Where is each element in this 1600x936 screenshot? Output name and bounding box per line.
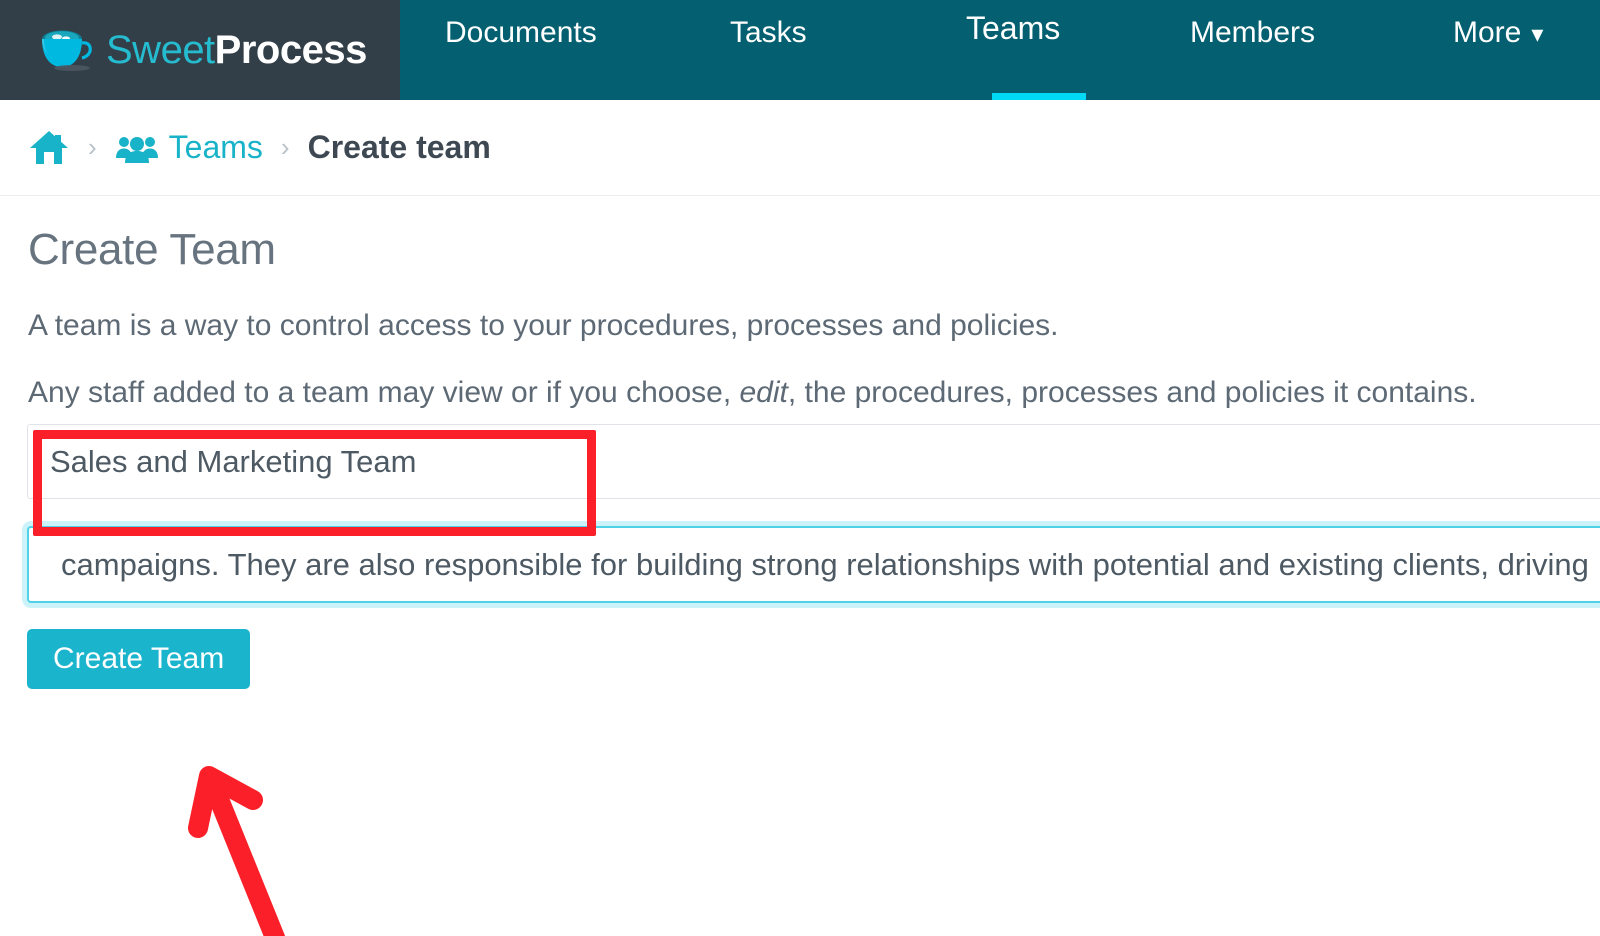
- intro-paragraph-2-emphasis: edit: [739, 375, 788, 409]
- home-icon[interactable]: [28, 129, 70, 167]
- team-name-input[interactable]: [27, 424, 1600, 499]
- nav-item-members[interactable]: Members: [1190, 16, 1315, 50]
- intro-paragraph-2-after: , the procedures, processes and policies…: [787, 375, 1477, 409]
- intro-paragraph-1: A team is a way to control access to you…: [28, 309, 1059, 343]
- breadcrumb-teams-label: Teams: [168, 129, 263, 165]
- active-tab-underline: [992, 93, 1086, 100]
- breadcrumb: › Teams › Create team: [0, 100, 1600, 196]
- brand-name-sweet: Sweet: [106, 28, 215, 72]
- intro-paragraph-2: Any staff added to a team may view or if…: [28, 373, 1600, 414]
- breadcrumb-current-page: Create team: [307, 129, 491, 165]
- brand-name-process: Process: [214, 28, 368, 72]
- nav-item-tasks[interactable]: Tasks: [730, 16, 807, 50]
- main-content: Create Team A team is a way to control a…: [0, 196, 1600, 689]
- create-team-button[interactable]: Create Team: [27, 629, 251, 689]
- breadcrumb-separator-2: ›: [280, 132, 290, 162]
- nav-item-documents[interactable]: Documents: [445, 16, 597, 50]
- nav-item-more[interactable]: More ▾: [1453, 16, 1543, 50]
- nav-item-teams[interactable]: Teams: [966, 10, 1060, 47]
- nav-item-more-label: More: [1453, 16, 1522, 49]
- brand-logo[interactable]: SweetProcess: [0, 0, 400, 100]
- intro-paragraph-2-before: Any staff added to a team may view or if…: [28, 375, 740, 409]
- breadcrumb-separator-1: ›: [88, 132, 97, 162]
- chevron-down-icon: ▾: [1531, 21, 1544, 48]
- coffee-cup-icon: [36, 27, 98, 73]
- breadcrumb-link-teams[interactable]: Teams: [115, 129, 263, 166]
- team-description-textarea[interactable]: [27, 526, 1600, 603]
- brand-name: SweetProcess: [106, 30, 367, 70]
- top-navigation-bar: SweetProcess Documents Tasks Teams Membe…: [0, 0, 1600, 100]
- users-icon: [115, 132, 159, 164]
- nav-items-container: Documents Tasks Teams Members More ▾: [400, 0, 1600, 100]
- page-title: Create Team: [28, 225, 276, 274]
